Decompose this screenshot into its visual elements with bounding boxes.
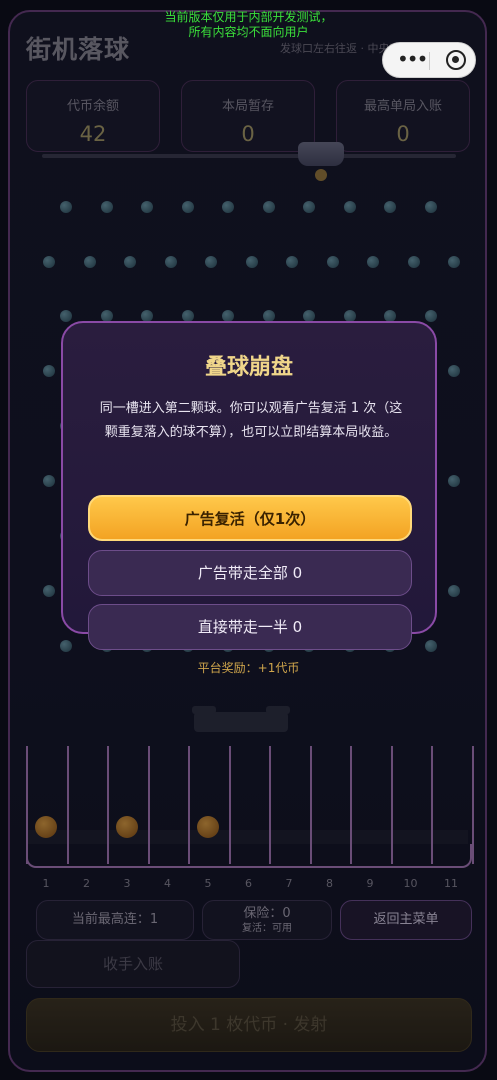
stat-label: 代币余额 [66,99,119,114]
stat-value: 42 [79,122,107,146]
peg [424,640,437,652]
slot-ball [116,816,138,838]
launch-button[interactable]: 投入 1 枚代币 · 发射 [26,998,472,1052]
stat-round-pending: 本局暂存 0 [181,80,315,152]
peg [164,256,177,268]
collect-button[interactable]: 收手入账 [26,940,240,988]
stat-token-balance: 代币余额 42 [26,80,160,152]
miniprogram-capsule: ••• [382,42,476,78]
slot-number: 5 [204,877,212,890]
slot-ball [197,816,219,838]
slot-number: 2 [83,877,90,890]
combo-indicator: 当前最高连：1 [36,900,194,940]
stat-label: 本局暂存 [221,99,274,114]
peg [60,640,72,652]
more-dots-icon[interactable]: ••• [397,47,428,71]
slot-number: 6 [245,877,252,890]
slot-ball [35,816,57,838]
insurance-indicator: 保险：0 复活：可用 [202,900,332,940]
peg [448,585,460,597]
launcher-rail [42,154,456,158]
ad-take-all-button[interactable]: 广告带走全部 0 [88,550,412,596]
capsule-divider [429,52,430,70]
slot-base [26,844,472,868]
peg [43,475,55,487]
peg [326,256,339,268]
slot-number: 4 [164,877,171,890]
collapse-modal: 叠球崩盘 同一槽进入第二颗球。你可以观看广告复活 1 次（这颗重复落入的球不算）… [61,321,437,650]
launcher-ball [315,169,327,181]
peg [60,201,72,213]
center-platform [192,706,290,732]
peg [424,310,437,322]
launch-label: 投入 1 枚代币 · 发射 [170,1015,328,1035]
peg [407,256,420,268]
slot-number: 8 [326,877,333,890]
peg [141,201,153,213]
dev-notice-line1: 当前版本仅用于内部开发测试， [164,10,333,24]
peg [43,585,55,597]
combo-text: 当前最高连：1 [71,912,159,927]
peg [424,201,437,213]
slot-number: 7 [285,877,293,890]
peg [367,256,379,268]
peg [60,310,72,322]
modal-title: 叠球崩盘 [204,355,293,380]
collect-label: 收手入账 [102,955,163,973]
slot-number: 1 [42,877,50,890]
peg [303,201,315,213]
platform-reward: 平台奖励：+1代币 [197,661,300,675]
peg [448,256,460,268]
ball-launcher [298,142,344,166]
revive-text: 复活：可用 [242,923,292,934]
dev-notice: 当前版本仅用于内部开发测试， 所有内容均不面向用户 [0,10,497,40]
slot-number: 10 [403,877,418,890]
peg [205,256,217,268]
slot-number: 9 [366,877,374,890]
back-to-menu-label: 返回主菜单 [373,912,439,927]
peg [83,256,96,268]
insurance-text: 保险：0 [243,906,291,921]
peg [181,201,194,213]
peg [448,475,460,487]
stat-best-round: 最高单局入账 0 [336,80,470,152]
ad-revive-button[interactable]: 广告复活（仅1次） [88,495,412,541]
modal-body: 同一槽进入第二颗球。你可以观看广告复活 1 次（这颗重复落入的球不算），也可以立… [99,401,403,440]
peg [100,201,113,213]
peg [124,256,136,268]
peg [43,365,55,377]
take-half-button[interactable]: 直接带走一半 0 [88,604,412,650]
peg [448,365,460,377]
target-circle-icon[interactable] [446,50,466,70]
slot-number: 11 [444,877,458,890]
peg [262,201,275,213]
peg [384,201,396,213]
stat-label: 最高单局入账 [363,99,442,114]
dev-notice-line2: 所有内容均不面向用户 [188,25,309,39]
peg [222,201,234,213]
stat-value: 0 [396,122,410,146]
slot-number: 3 [123,877,131,890]
peg [43,256,55,268]
peg [286,256,298,268]
peg [245,256,258,268]
stat-value: 0 [241,122,255,146]
peg [343,201,356,213]
back-to-menu-button[interactable]: 返回主菜单 [340,900,472,940]
